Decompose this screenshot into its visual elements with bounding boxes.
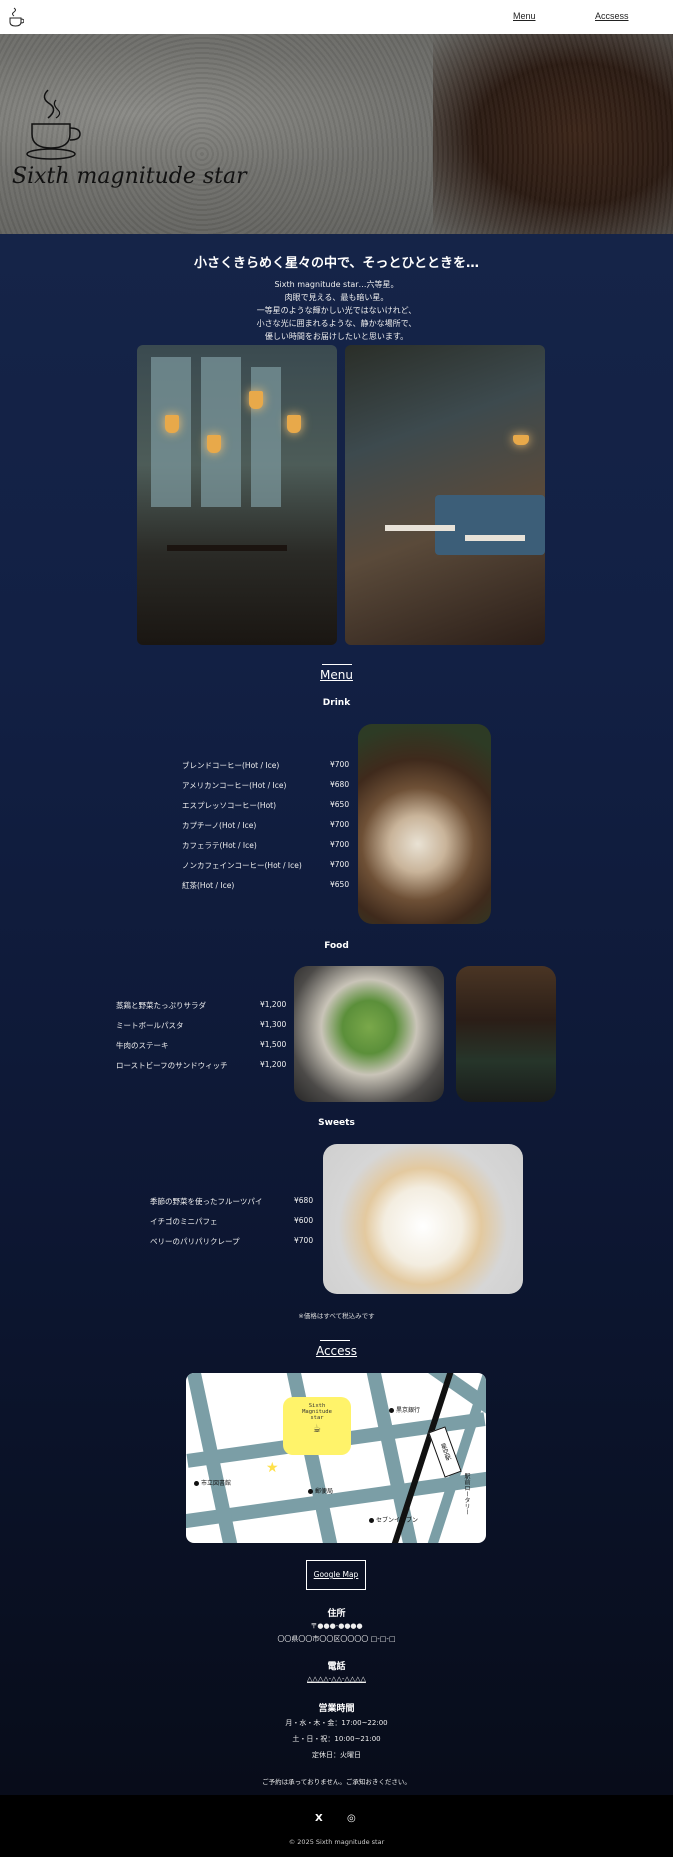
access-heading: Access [315, 1344, 358, 1358]
phone-number[interactable]: △△△△-△△-△△△△ [0, 1675, 673, 1683]
map-label-text: 市立図書館 [201, 1480, 232, 1487]
intro-line: Sixth magnitude star…六等星。 [274, 280, 399, 289]
coffee-beans-image [433, 34, 673, 234]
dish-photo [456, 966, 556, 1102]
cafe-location-bubble: Sixth Magnitude star ☕ [283, 1397, 351, 1455]
access-map[interactable]: Sixth Magnitude star ☕ ★ 黒京銀行 市立図書館 郵便局 … [186, 1373, 486, 1543]
postal-code: 〒●●●-●●●● [310, 1622, 363, 1630]
menu-item-name: エスプレッソコーヒー(Hot) [182, 801, 277, 810]
menu-item-name: ミートボールパスタ [116, 1021, 184, 1030]
menu-item-name: イチゴのミニパフェ [150, 1217, 218, 1226]
address-heading: 住所 [327, 1609, 346, 1619]
x-icon[interactable]: X [315, 1813, 323, 1824]
menu-item-price: ¥1,500 [260, 1040, 287, 1049]
menu-item-price: ¥650 [330, 880, 350, 889]
salad-photo [294, 966, 444, 1102]
nav-menu-link[interactable]: Menu [513, 11, 536, 21]
coffee-cup-illustration-icon [26, 89, 81, 160]
menu-item-price: ¥700 [330, 840, 350, 849]
menu-item-name: ブレンドコーヒー(Hot / Ice) [182, 761, 280, 770]
map-label-rotary: 駅前ロータリー [463, 1473, 470, 1515]
menu-heading: Menu [320, 668, 353, 682]
tagline: 小さくきらめく星々の中で、そっとひとときを… [193, 256, 480, 271]
menu-item-price: ¥680 [330, 780, 350, 789]
intro-line: 優しい時間をお届けしたいと思います。 [264, 332, 409, 341]
map-label-bank: 黒京銀行 [389, 1405, 420, 1414]
menu-item-name: カプチーノ(Hot / Ice) [182, 821, 257, 830]
menu-item-price: ¥1,200 [260, 1000, 287, 1009]
menu-item-price: ¥700 [330, 860, 350, 869]
site-header: Menu Accsess [0, 0, 673, 34]
instagram-icon[interactable]: ◎ [347, 1813, 356, 1824]
hero-title: Sixth magnitude star [12, 164, 247, 189]
crepe-photo [323, 1144, 523, 1294]
menu-item-price: ¥700 [294, 1236, 314, 1245]
latte-photo [358, 724, 491, 924]
hours-weekday: 月・水・木・金：17:00~22:00 [285, 1719, 388, 1727]
menu-item-price: ¥680 [294, 1196, 314, 1205]
hours-weekend: 土・日・祝：10:00~21:00 [292, 1735, 381, 1743]
coffee-logo-icon[interactable] [8, 6, 24, 28]
menu-item-name: ノンカフェインコーヒー(Hot / Ice) [182, 861, 302, 870]
nav-access-link[interactable]: Accsess [595, 11, 629, 21]
map-label-text: 黒京銀行 [396, 1407, 421, 1414]
phone-heading: 電話 [327, 1662, 346, 1672]
menu-heading-rule [322, 664, 352, 665]
menu-item-price: ¥1,200 [260, 1060, 287, 1069]
intro-line: 一等星のような輝かしい光ではないけれど、 [256, 306, 417, 315]
map-label-store: セブンイレブン [369, 1515, 418, 1524]
hero-banner: Sixth magnitude star [0, 34, 673, 234]
copyright: © 2025 Sixth magnitude star [288, 1838, 385, 1846]
map-label-post: 郵便局 [308, 1486, 333, 1495]
menu-item-name: 蒸鶏と野菜たっぷりサラダ [116, 1001, 206, 1010]
menu-item-name: アメリカンコーヒー(Hot / Ice) [182, 781, 287, 790]
intro-line: 肉眼で見える、最も暗い星。 [284, 293, 389, 302]
menu-item-name: ベリーのパリパリクレープ [150, 1237, 240, 1246]
reservation-note: ご予約は承っておりません。ご承知おきください。 [262, 1778, 411, 1786]
cup-icon: ☕ [313, 1421, 321, 1435]
menu-item-price: ¥600 [294, 1216, 314, 1225]
menu-item-name: 季節の野菜を使ったフルーツパイ [150, 1197, 263, 1206]
star-marker-icon: ★ [266, 1460, 279, 1476]
closed-day: 定休日：火曜日 [312, 1751, 361, 1759]
menu-item-name: ローストビーフのサンドウィッチ [116, 1061, 228, 1070]
menu-item-price: ¥650 [330, 800, 350, 809]
menu-item-price: ¥700 [330, 820, 350, 829]
intro-text: Sixth magnitude star…六等星。 肉眼で見える、最も暗い星。 … [0, 278, 673, 343]
access-heading-rule [320, 1340, 350, 1341]
cafe-interior-photo [345, 345, 545, 645]
site-footer: X ◎ © 2025 Sixth magnitude star [0, 1795, 673, 1857]
menu-item-name: 牛肉のステーキ [116, 1041, 169, 1050]
menu-item-price: ¥700 [330, 760, 350, 769]
food-heading: Food [324, 941, 349, 951]
sweets-heading: Sweets [318, 1118, 355, 1128]
google-map-button[interactable]: Google Map [306, 1560, 366, 1590]
intro-line: 小さな光に囲まれるような、静かな場所で、 [256, 319, 417, 328]
map-label-text: 郵便局 [315, 1488, 334, 1495]
address-text: 〇〇県〇〇市〇〇区〇〇〇〇 □-□-□ [277, 1635, 396, 1643]
map-label-text: セブンイレブン [376, 1517, 419, 1524]
drink-heading: Drink [322, 698, 351, 708]
hours-heading: 営業時間 [318, 1704, 355, 1714]
menu-item-name: カフェラテ(Hot / Ice) [182, 841, 257, 850]
menu-item-name: 紅茶(Hot / Ice) [182, 881, 235, 890]
tax-note: ※価格はすべて税込みです [298, 1312, 375, 1320]
map-label-library: 市立図書館 [194, 1478, 231, 1487]
cafe-window-photo [137, 345, 337, 645]
menu-item-price: ¥1,300 [260, 1020, 287, 1029]
